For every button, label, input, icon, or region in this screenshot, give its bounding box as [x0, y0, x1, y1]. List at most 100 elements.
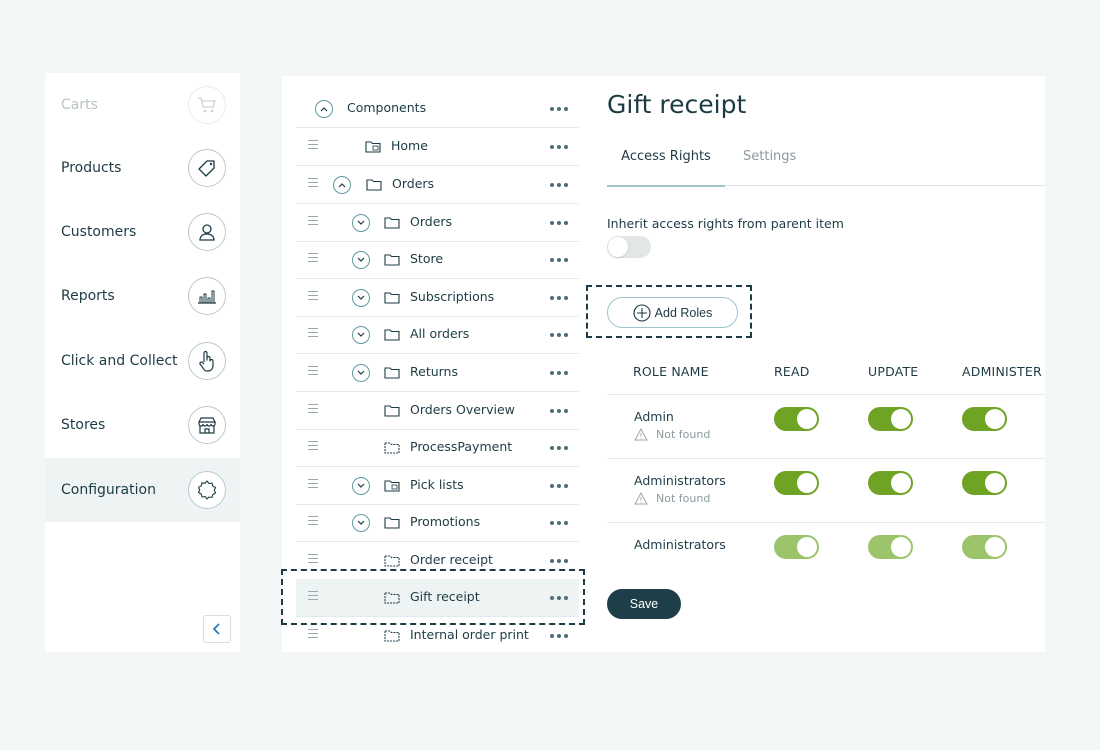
tree-row[interactable]: Store — [296, 241, 579, 279]
sidebar-item-customers[interactable]: Customers — [45, 200, 240, 264]
tree-row[interactable]: Orders — [296, 166, 579, 204]
tree-item-label: Components — [347, 100, 427, 115]
sidebar-item-configuration[interactable]: Configuration — [45, 458, 240, 522]
more-options-icon[interactable] — [550, 183, 568, 187]
more-options-icon[interactable] — [550, 221, 568, 225]
drag-handle-icon[interactable] — [308, 366, 318, 375]
tree-row[interactable]: Home — [296, 128, 579, 166]
bar-chart-icon — [188, 277, 226, 315]
read-toggle[interactable] — [774, 535, 819, 559]
chevron-down-icon[interactable] — [352, 289, 370, 307]
folder-icon — [384, 329, 400, 341]
more-options-icon[interactable] — [550, 371, 568, 375]
sidebar-item-products[interactable]: Products — [45, 136, 240, 200]
tree-row[interactable]: Promotions — [296, 504, 579, 542]
drag-handle-icon[interactable] — [308, 516, 318, 525]
sidebar-item-reports[interactable]: Reports — [45, 264, 240, 328]
column-header-read: READ — [774, 364, 810, 379]
add-roles-button[interactable]: Add Roles — [607, 297, 738, 328]
user-icon — [188, 213, 226, 251]
sidebar: Carts Products Customers Reports Click a… — [45, 73, 240, 652]
warning-icon — [634, 492, 648, 505]
inherit-access-toggle[interactable] — [607, 236, 651, 258]
chevron-down-icon[interactable] — [352, 326, 370, 344]
tree-row[interactable]: ProcessPayment — [296, 429, 579, 467]
collapse-sidebar-button[interactable] — [203, 615, 231, 643]
inherit-access-label: Inherit access rights from parent item — [607, 216, 844, 231]
more-options-icon[interactable] — [550, 296, 568, 300]
read-toggle[interactable] — [774, 407, 819, 431]
read-toggle[interactable] — [774, 471, 819, 495]
drag-handle-icon[interactable] — [308, 629, 318, 638]
tree-item-label: Pick lists — [410, 477, 464, 492]
tree-row[interactable]: Subscriptions — [296, 279, 579, 317]
more-options-icon[interactable] — [550, 409, 568, 413]
update-toggle[interactable] — [868, 471, 913, 495]
tree-item-label: All orders — [410, 326, 470, 341]
drag-handle-icon[interactable] — [308, 479, 318, 488]
drag-handle-icon[interactable] — [308, 328, 318, 337]
sidebar-item-label: Stores — [61, 417, 106, 433]
chevron-down-icon[interactable] — [352, 514, 370, 532]
chevron-down-icon[interactable] — [352, 214, 370, 232]
chevron-up-icon[interactable] — [333, 176, 351, 194]
administer-toggle[interactable] — [962, 407, 1007, 431]
store-icon — [188, 406, 226, 444]
more-options-icon[interactable] — [550, 559, 568, 563]
role-name: Administrators — [634, 473, 726, 488]
chevron-down-icon[interactable] — [352, 364, 370, 382]
sidebar-item-label: Click and Collect — [61, 353, 178, 369]
drag-handle-icon[interactable] — [308, 178, 318, 187]
more-options-icon[interactable] — [550, 333, 568, 337]
role-status-text: Not found — [656, 428, 711, 441]
tree-row[interactable]: Pick lists — [296, 467, 579, 505]
tab-settings[interactable]: Settings — [743, 149, 796, 187]
sidebar-item-label: Configuration — [61, 482, 156, 498]
chevron-down-icon[interactable] — [352, 477, 370, 495]
folder-icon — [384, 367, 400, 379]
more-options-icon[interactable] — [550, 107, 568, 111]
chevron-down-icon[interactable] — [352, 251, 370, 269]
drag-handle-icon[interactable] — [308, 554, 318, 563]
more-options-icon[interactable] — [550, 145, 568, 149]
drag-handle-icon[interactable] — [308, 253, 318, 262]
more-options-icon[interactable] — [550, 484, 568, 488]
update-toggle[interactable] — [868, 535, 913, 559]
tree-row[interactable]: Orders Overview — [296, 392, 579, 430]
sidebar-item-label: Customers — [61, 224, 137, 240]
drag-handle-icon[interactable] — [308, 216, 318, 225]
folder-icon — [384, 517, 400, 529]
role-status-text: Not found — [656, 492, 711, 505]
more-options-icon[interactable] — [550, 521, 568, 525]
tree-row[interactable]: Components — [296, 90, 579, 128]
save-button[interactable]: Save — [607, 589, 681, 619]
update-toggle[interactable] — [868, 407, 913, 431]
more-options-icon[interactable] — [550, 258, 568, 262]
more-options-icon[interactable] — [550, 446, 568, 450]
more-options-icon[interactable] — [550, 634, 568, 638]
drag-handle-icon[interactable] — [308, 404, 318, 413]
folder-icon — [365, 141, 381, 153]
tree-row[interactable]: Orders — [296, 204, 579, 242]
gear-icon — [188, 471, 226, 509]
tree-item-label: Returns — [410, 364, 458, 379]
selected-item-highlight — [281, 569, 585, 625]
tab-bar: Access Rights Settings — [607, 146, 1045, 187]
sidebar-item-label: Products — [61, 160, 122, 176]
page-icon — [384, 555, 400, 567]
administer-toggle[interactable] — [962, 535, 1007, 559]
tab-access-rights[interactable]: Access Rights — [607, 149, 725, 187]
folder-icon — [366, 179, 382, 191]
sidebar-item-carts[interactable]: Carts — [45, 73, 240, 137]
administer-toggle[interactable] — [962, 471, 1007, 495]
drag-handle-icon[interactable] — [308, 291, 318, 300]
drag-handle-icon[interactable] — [308, 441, 318, 450]
tree-row[interactable]: All orders — [296, 316, 579, 354]
chevron-up-icon[interactable] — [315, 100, 333, 118]
tree-row[interactable]: Returns — [296, 354, 579, 392]
role-status: Not found — [634, 428, 710, 441]
sidebar-item-click-and-collect[interactable]: Click and Collect — [45, 329, 240, 393]
role-status: Not found — [634, 492, 710, 505]
sidebar-item-stores[interactable]: Stores — [45, 393, 240, 457]
drag-handle-icon[interactable] — [308, 140, 318, 149]
